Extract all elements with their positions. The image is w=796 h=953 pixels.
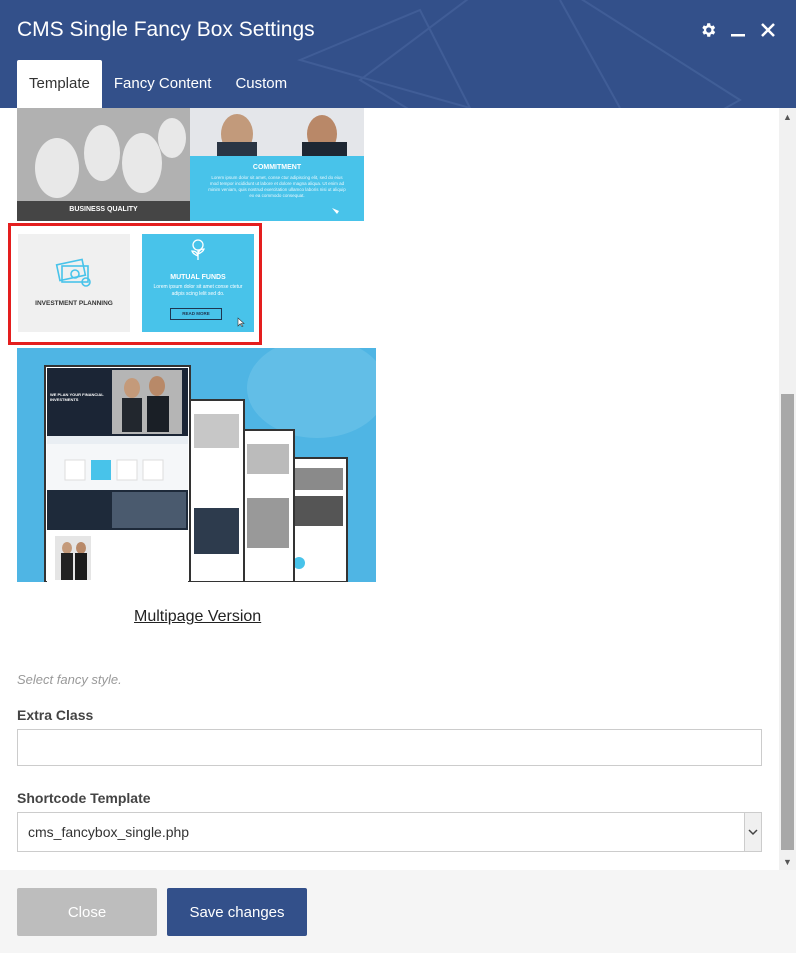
- multipage-version-link[interactable]: Multipage Version: [134, 608, 261, 626]
- template-2-left-caption: INVESTMENT PLANNING: [35, 300, 113, 307]
- template-2-right-title: MUTUAL FUNDS: [170, 274, 226, 281]
- modal-header: CMS Single Fancy Box Settings Template F…: [0, 0, 796, 108]
- minimize-icon[interactable]: [728, 18, 748, 42]
- plant-coin-icon: [191, 239, 205, 260]
- tab-fancy-content[interactable]: Fancy Content: [102, 60, 224, 108]
- money-icon: [55, 258, 91, 287]
- scroll-down-arrow-icon[interactable]: ▼: [779, 853, 796, 870]
- close-button[interactable]: Close: [17, 888, 157, 936]
- modal-body: BUSINESS QUALITY COMMITMENT Lorem ipsum …: [0, 108, 796, 870]
- modal-footer: Close Save changes: [0, 870, 796, 953]
- cursor-icon: [237, 317, 245, 327]
- extra-class-label: Extra Class: [17, 707, 94, 723]
- chevron-down-icon[interactable]: [744, 813, 761, 851]
- extra-class-input[interactable]: [17, 729, 762, 766]
- tab-template[interactable]: Template: [17, 60, 102, 108]
- save-changes-button[interactable]: Save changes: [167, 888, 307, 936]
- vertical-scrollbar[interactable]: ▲ ▼: [779, 108, 796, 870]
- close-icon[interactable]: [758, 18, 778, 42]
- gear-icon[interactable]: [698, 18, 718, 42]
- shortcode-template-value: cms_fancybox_single.php: [28, 824, 190, 840]
- template-1-right-title: COMMITMENT: [252, 164, 302, 171]
- template-2-right-text: Lorem ipsum dolor sit amet conse ctetur …: [153, 284, 243, 297]
- shortcode-template-select[interactable]: cms_fancybox_single.php: [17, 812, 762, 852]
- template-option-1[interactable]: BUSINESS QUALITY COMMITMENT Lorem ipsum …: [17, 108, 364, 221]
- shortcode-template-label: Shortcode Template: [17, 790, 151, 806]
- template-option-2-selected[interactable]: INVESTMENT PLANNING MUTUAL FUNDS Lorem i…: [8, 223, 262, 345]
- template-option-3[interactable]: WE PLAN YOUR FINANCIAL INVESTMENTS: [17, 348, 376, 582]
- select-style-hint: Select fancy style.: [17, 672, 122, 687]
- template-2-right-panel: MUTUAL FUNDS Lorem ipsum dolor sit amet …: [142, 234, 254, 332]
- template-2-read-more: READ MORE: [170, 308, 222, 320]
- settings-modal: CMS Single Fancy Box Settings Template F…: [0, 0, 796, 953]
- modal-title: CMS Single Fancy Box Settings: [17, 18, 315, 41]
- template-2-left-panel: INVESTMENT PLANNING: [18, 234, 130, 332]
- scrollbar-thumb[interactable]: [781, 394, 794, 850]
- scroll-up-arrow-icon[interactable]: ▲: [779, 108, 796, 125]
- template-1-right-text: Lorem ipsum dolor sit amet, conse ctur a…: [208, 175, 346, 198]
- tab-bar: Template Fancy Content Custom: [17, 60, 299, 108]
- template-1-left-caption: BUSINESS QUALITY: [69, 206, 138, 213]
- header-controls: [698, 18, 778, 42]
- template-3-hero-text: WE PLAN YOUR FINANCIAL INVESTMENTS: [50, 392, 104, 402]
- tab-custom[interactable]: Custom: [223, 60, 299, 108]
